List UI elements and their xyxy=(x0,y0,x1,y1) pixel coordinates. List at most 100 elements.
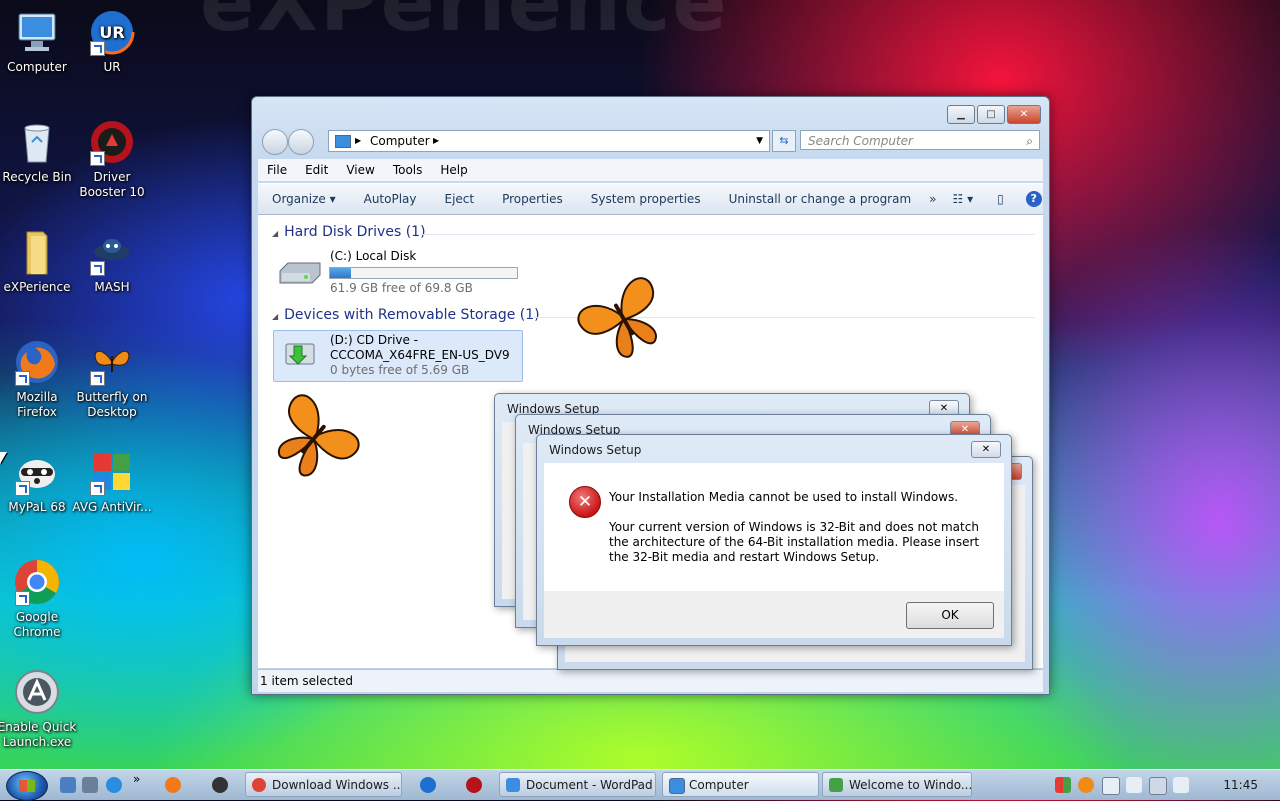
window-caption-buttons: ▁ □ ✕ xyxy=(945,105,1041,124)
desktop-icon-label: AVG AntiVir... xyxy=(72,500,152,514)
hard-disk-drives-header[interactable]: Hard Disk Drives (1) xyxy=(272,224,425,240)
task-computer[interactable]: Computer xyxy=(662,772,819,797)
close-button[interactable]: ✕ xyxy=(1007,105,1041,124)
desktop-icon-label: Enable Quick Launch.exe xyxy=(0,720,77,749)
message-body: Your current version of Windows is 32-Bi… xyxy=(609,520,980,564)
taskbar: » Download Windows ... Document - WordPa… xyxy=(0,769,1280,801)
butterfly-icon xyxy=(88,338,136,386)
preview-pane-icon[interactable]: ▯ xyxy=(997,192,1004,206)
desktop-icon-label: eXPerience xyxy=(3,280,71,294)
chrome-icon xyxy=(13,558,61,606)
driver-booster-icon[interactable] xyxy=(466,777,482,793)
properties-button[interactable]: Properties xyxy=(502,192,563,206)
desktop-icon-driver-booster[interactable]: Driver Booster 10 xyxy=(72,118,152,200)
address-bar[interactable]: ▶ Computer ▶ ▼ xyxy=(328,130,770,152)
show-desktop-icon[interactable] xyxy=(60,777,76,793)
internet-explorer-icon[interactable] xyxy=(106,777,122,793)
close-button[interactable]: ✕ xyxy=(971,441,1001,458)
ur-browser-icon[interactable] xyxy=(420,777,436,793)
desktop-icon-avg[interactable]: AVG AntiVir... xyxy=(72,448,152,515)
maximize-button[interactable]: □ xyxy=(977,105,1005,124)
start-button[interactable] xyxy=(6,771,48,801)
menu-help[interactable]: Help xyxy=(440,163,467,177)
document-tray-icon[interactable] xyxy=(1102,777,1120,795)
task-welcome[interactable]: Welcome to Windo... xyxy=(822,772,972,797)
autoplay-button[interactable]: AutoPlay xyxy=(364,192,417,206)
butterfly-tray-icon[interactable] xyxy=(1078,777,1094,793)
refresh-button[interactable]: ⇆ xyxy=(772,130,796,152)
task-wordpad[interactable]: Document - WordPad xyxy=(499,772,656,797)
mash-icon xyxy=(88,228,136,276)
ok-button[interactable]: OK xyxy=(906,602,994,629)
menu-bar: File Edit View Tools Help xyxy=(258,159,1043,181)
desktop-icon-quick-launch[interactable]: Enable Quick Launch.exe xyxy=(0,668,77,750)
group-divider xyxy=(420,234,1035,235)
shortcut-arrow-icon xyxy=(15,481,30,496)
dialog-body: ✕ Your Installation Media cannot be used… xyxy=(544,463,1004,638)
computer-icon xyxy=(335,135,351,148)
ur-browser-icon: UR xyxy=(88,8,136,56)
menu-view[interactable]: View xyxy=(346,163,374,177)
menu-tools[interactable]: Tools xyxy=(393,163,423,177)
desktop-icon-mash[interactable]: MASH xyxy=(72,228,152,295)
desktop-icon-label: MyPaL 68 xyxy=(8,500,66,514)
search-icon[interactable]: ⌕ xyxy=(1026,131,1033,151)
quick-launch-overflow-icon[interactable]: » xyxy=(133,772,140,786)
chevron-down-icon[interactable]: ▼ xyxy=(756,131,763,151)
task-download-windows[interactable]: Download Windows ... xyxy=(245,772,402,797)
system-properties-button[interactable]: System properties xyxy=(591,192,701,206)
svg-text:UR: UR xyxy=(99,23,124,42)
firefox-icon[interactable] xyxy=(165,777,181,793)
desktop-icon-ur[interactable]: UR UR xyxy=(72,8,152,75)
search-placeholder: Search Computer xyxy=(808,134,913,148)
chrome-icon xyxy=(252,778,266,792)
desktop-icon-recycle-bin[interactable]: Recycle Bin xyxy=(0,118,77,185)
breadcrumb-arrow-icon[interactable]: ▶ xyxy=(433,131,439,151)
desktop-icon-experience[interactable]: eXPerience xyxy=(0,228,77,295)
desktop-icon-label: UR xyxy=(103,60,121,74)
help-icon[interactable]: ? xyxy=(1025,191,1042,207)
search-input[interactable]: Search Computer ⌕ xyxy=(800,130,1040,150)
recycle-bin-icon xyxy=(13,118,61,166)
raccoon-icon[interactable] xyxy=(212,777,228,793)
task-label: Document - WordPad xyxy=(526,778,653,792)
more-commands-button[interactable]: » xyxy=(929,192,936,206)
desktop-icon-label: Mozilla Firefox xyxy=(16,390,58,419)
removable-storage-header[interactable]: Devices with Removable Storage (1) xyxy=(272,307,539,323)
avg-tray-icon[interactable] xyxy=(1055,777,1071,793)
network-icon[interactable] xyxy=(1149,777,1167,795)
uninstall-program-button[interactable]: Uninstall or change a program xyxy=(729,192,912,206)
back-button[interactable] xyxy=(262,129,288,155)
volume-muted-icon[interactable] xyxy=(1173,777,1189,793)
mouse-cursor-icon xyxy=(0,452,7,464)
usage-fill xyxy=(330,268,351,278)
view-options-icon[interactable]: ☷ ▾ xyxy=(953,192,974,206)
firefox-icon xyxy=(13,338,61,386)
window-switcher-icon[interactable] xyxy=(82,777,98,793)
message-area: ✕ Your Installation Media cannot be used… xyxy=(544,463,1004,591)
address-computer[interactable]: Computer xyxy=(370,131,430,151)
action-center-flag-icon[interactable] xyxy=(1126,777,1142,793)
organize-button[interactable]: Organize ▾ xyxy=(272,192,336,206)
breadcrumb-arrow-icon[interactable]: ▶ xyxy=(355,131,361,151)
desktop-icon-mypal[interactable]: MyPaL 68 xyxy=(0,448,77,515)
driver-booster-icon xyxy=(88,118,136,166)
clock[interactable]: 11:45 xyxy=(1223,770,1258,800)
desktop-icon-computer[interactable]: Computer xyxy=(0,8,77,75)
shortcut-arrow-icon xyxy=(15,591,30,606)
desktop-icon-firefox[interactable]: Mozilla Firefox xyxy=(0,338,77,420)
eject-button[interactable]: Eject xyxy=(445,192,475,206)
desktop-icon-chrome[interactable]: Google Chrome xyxy=(0,558,77,640)
forward-button[interactable] xyxy=(288,129,314,155)
menu-file[interactable]: File xyxy=(267,163,287,177)
task-label: Download Windows ... xyxy=(272,778,402,792)
menu-edit[interactable]: Edit xyxy=(305,163,328,177)
desktop-icon-butterfly[interactable]: Butterfly on Desktop xyxy=(72,338,152,420)
cd-drive-item[interactable]: (D:) CD Drive - CCCOMA_X64FRE_EN-US_DV9 … xyxy=(273,330,523,382)
setup-dialog[interactable]: Windows Setup ✕ ✕ Your Installation Medi… xyxy=(536,434,1012,646)
minimize-button[interactable]: ▁ xyxy=(947,105,975,124)
shortcut-arrow-icon xyxy=(90,371,105,386)
local-disk-usage-bar xyxy=(329,267,518,279)
desktop-watermark: eXPerience xyxy=(200,0,729,49)
avg-antivirus-icon xyxy=(88,448,136,496)
